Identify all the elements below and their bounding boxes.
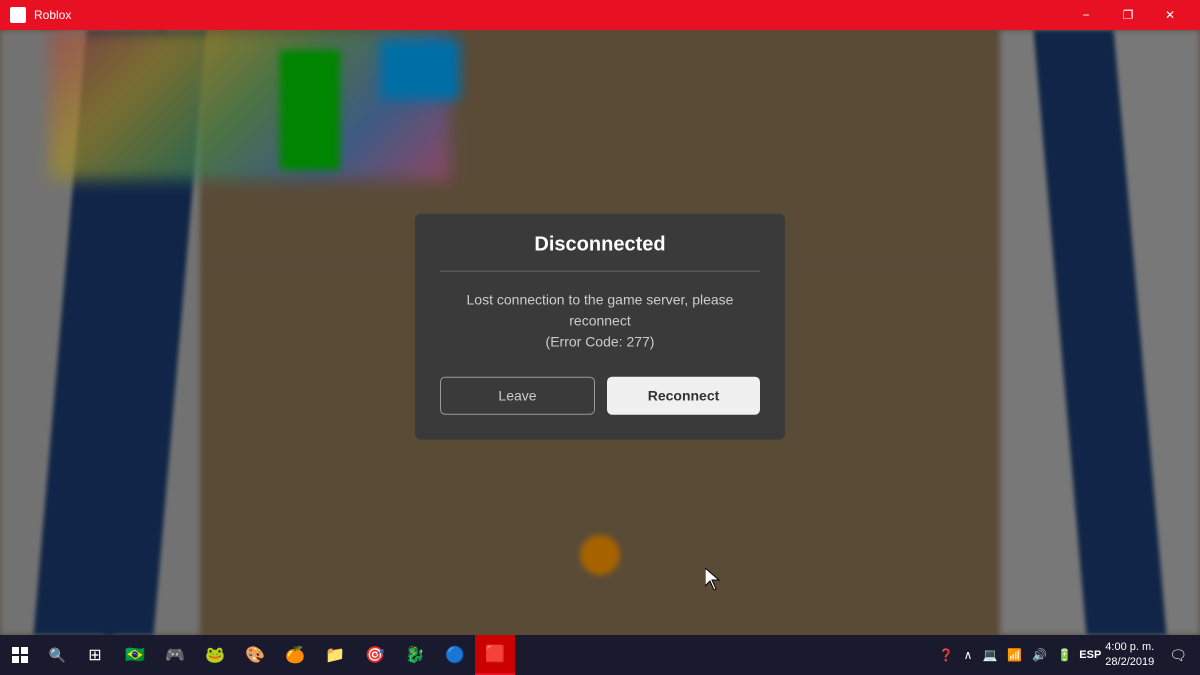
taskbar-pc-icon[interactable]: 💻 xyxy=(979,648,1000,662)
taskbar-app5-icon[interactable]: 🎯 xyxy=(355,635,395,675)
taskbar-volume-icon[interactable]: 🔊 xyxy=(1029,648,1050,662)
reconnect-button[interactable]: Reconnect xyxy=(607,376,760,414)
taskbar-app1-icon[interactable]: 🎮 xyxy=(155,635,195,675)
taskbar-system-tray: ❓ ∧ 💻 📶 🔊 🔋 ESP 4:00 p. m. 28/2/2019 🗨 xyxy=(936,640,1200,671)
taskbar-notification-icon[interactable]: 🗨 xyxy=(1166,647,1190,664)
taskbar-app2-icon[interactable]: 🐸 xyxy=(195,635,235,675)
start-button[interactable] xyxy=(0,635,40,675)
taskbar-app6-icon[interactable]: 🐉 xyxy=(395,635,435,675)
title-bar-left: Roblox xyxy=(10,7,71,23)
dialog-title: Disconnected xyxy=(440,233,760,256)
taskbar-time-value: 4:00 p. m. xyxy=(1105,640,1154,655)
language-indicator: ESP xyxy=(1079,649,1101,661)
dialog-message: Lost connection to the game server, plea… xyxy=(440,289,760,352)
minimize-button[interactable]: − xyxy=(1066,0,1106,30)
close-button[interactable]: ✕ xyxy=(1150,0,1190,30)
dialog-divider xyxy=(440,270,760,271)
taskbar-search-button[interactable]: 🔍 xyxy=(40,635,75,675)
taskbar-brazil-icon[interactable]: 🇧🇷 xyxy=(115,635,155,675)
taskbar-battery-icon[interactable]: 🔋 xyxy=(1054,648,1075,662)
app-title: Roblox xyxy=(34,8,71,22)
roblox-logo-icon xyxy=(10,7,26,23)
taskbar-apps-icon[interactable]: ⊞ xyxy=(75,635,115,675)
taskbar-app3-icon[interactable]: 🎨 xyxy=(235,635,275,675)
window-controls: − ❐ ✕ xyxy=(1066,0,1190,30)
taskbar-clock[interactable]: 4:00 p. m. 28/2/2019 xyxy=(1105,640,1154,671)
taskbar-chevron-icon[interactable]: ∧ xyxy=(961,648,976,662)
taskbar-wifi-icon[interactable]: 📶 xyxy=(1004,648,1025,662)
taskbar: 🔍 ⊞ 🇧🇷 🎮 🐸 🎨 🍊 📁 🎯 🐉 🔵 🟥 ❓ ∧ 💻 📶 🔊 🔋 ESP… xyxy=(0,635,1200,675)
taskbar-help-icon[interactable]: ❓ xyxy=(936,648,957,662)
taskbar-app4-icon[interactable]: 🍊 xyxy=(275,635,315,675)
dialog-buttons: Leave Reconnect xyxy=(440,376,760,414)
leave-button[interactable]: Leave xyxy=(440,376,595,414)
taskbar-chrome-icon[interactable]: 🔵 xyxy=(435,635,475,675)
search-icon: 🔍 xyxy=(49,647,66,664)
taskbar-folder-icon[interactable]: 📁 xyxy=(315,635,355,675)
taskbar-date-value: 28/2/2019 xyxy=(1105,655,1154,670)
taskbar-roblox-icon[interactable]: 🟥 xyxy=(475,635,515,675)
taskbar-pinned-apps: ⊞ 🇧🇷 🎮 🐸 🎨 🍊 📁 🎯 🐉 🔵 🟥 xyxy=(75,635,515,675)
maximize-button[interactable]: ❐ xyxy=(1108,0,1148,30)
windows-icon xyxy=(12,647,28,663)
title-bar: Roblox − ❐ ✕ xyxy=(0,0,1200,30)
disconnected-dialog: Disconnected Lost connection to the game… xyxy=(415,213,785,439)
